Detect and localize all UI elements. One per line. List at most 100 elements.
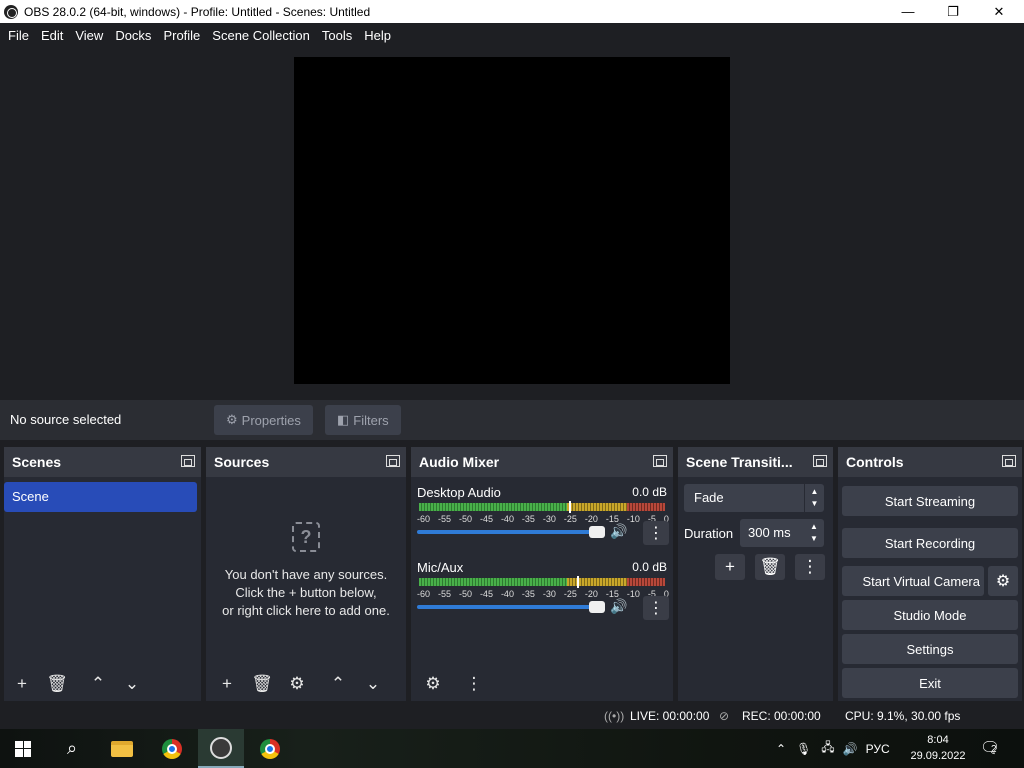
empty-sources-line-1: You don't have any sources. — [224, 567, 388, 582]
empty-sources-line-3: or right click here to add one. — [222, 603, 390, 618]
trash-icon[interactable]: 🗑 — [249, 672, 275, 696]
live-timer: LIVE: 00:00:00 — [630, 709, 710, 723]
menu-docks[interactable]: Docks — [109, 28, 157, 43]
gear-icon: ⚙ — [226, 412, 238, 427]
menu-view[interactable]: View — [69, 28, 109, 43]
chevron-up-icon[interactable]: ⌃ — [776, 742, 786, 756]
exit-button[interactable]: Exit — [842, 668, 1018, 698]
scenes-title: Scenes — [12, 454, 62, 470]
mixer-channel-desktop-audio: Desktop Audio 0.0 dB -60 -55 -50 -45 -40 -35-… — [417, 485, 669, 555]
spin-arrows-icon[interactable]: ▲ ▼ — [804, 519, 824, 547]
meter-scale: -60 -55 -50 -45 -40 -35 -30 -25 -20 -15 -10 -5 0 — [417, 589, 669, 599]
transition-select[interactable]: Fade ▲ ▼ — [684, 484, 824, 512]
start-recording-button[interactable]: Start Recording — [842, 528, 1018, 558]
channel-name: Mic/Aux — [417, 560, 464, 575]
menu-edit[interactable]: Edit — [35, 28, 69, 43]
menu-file[interactable]: File — [2, 28, 35, 43]
mixer-header: Audio Mixer — [411, 447, 673, 477]
slider-knob[interactable] — [589, 526, 605, 538]
move-up-icon[interactable]: ⌃ — [325, 672, 351, 696]
kebab-menu-icon[interactable]: ⋮ — [643, 521, 669, 545]
filters-button[interactable]: ◧ Filters — [325, 405, 401, 435]
empty-sources-line-2: Click the + button below, — [235, 585, 377, 600]
chrome-button[interactable] — [149, 729, 195, 768]
controls-header: Controls — [838, 447, 1022, 477]
search-icon[interactable]: ⌕ — [49, 729, 95, 768]
move-down-icon[interactable]: ⌄ — [360, 672, 386, 696]
slider-knob[interactable] — [589, 601, 605, 613]
clock[interactable]: 8:04 29.09.2022 — [906, 732, 970, 764]
settings-button[interactable]: Settings — [842, 634, 1018, 664]
controls-title: Controls — [846, 454, 904, 470]
undock-icon[interactable] — [813, 455, 827, 467]
volume-meter — [419, 501, 665, 513]
channel-db: 0.0 dB — [632, 485, 667, 499]
undock-icon[interactable] — [181, 455, 195, 467]
windows-start-button[interactable] — [0, 729, 46, 768]
close-button[interactable]: ✕ — [976, 0, 1022, 23]
obs-app-icon — [4, 4, 18, 19]
folder-icon — [111, 740, 133, 757]
file-explorer-button[interactable] — [99, 729, 145, 768]
speaker-icon[interactable]: 🔊 — [610, 523, 627, 540]
properties-label: Properties — [241, 412, 301, 428]
obs-icon — [210, 736, 232, 759]
microphone-icon[interactable]: 🎙 — [796, 742, 811, 756]
gear-icon[interactable]: ⚙ — [988, 566, 1018, 596]
gear-icon[interactable]: ⚙ — [420, 672, 446, 696]
scene-transitions-dock: Scene Transiti... Fade ▲ ▼ Duration 300 m… — [678, 447, 833, 701]
chrome-icon — [260, 738, 280, 759]
program-preview[interactable] — [294, 57, 730, 384]
move-down-icon[interactable]: ⌄ — [119, 672, 145, 696]
kebab-menu-icon[interactable]: ⋮ — [461, 672, 487, 696]
menu-tools[interactable]: Tools — [316, 28, 358, 43]
clock-time: 8:04 — [927, 734, 949, 746]
mixer-title: Audio Mixer — [419, 454, 500, 470]
scene-list-item[interactable]: Scene — [4, 482, 197, 512]
add-transition-button[interactable]: + — [715, 554, 745, 580]
kebab-menu-icon[interactable]: ⋮ — [643, 596, 669, 620]
language-indicator[interactable]: РУС — [866, 742, 890, 756]
window-titlebar: OBS 28.0.2 (64-bit, windows) - Profile: … — [0, 0, 1024, 23]
volume-slider[interactable] — [417, 601, 605, 613]
question-icon: ? — [292, 522, 320, 552]
maximize-button[interactable]: ❐ — [930, 0, 976, 23]
add-scene-button[interactable]: + — [9, 672, 35, 696]
volume-meter — [419, 576, 665, 588]
start-streaming-button[interactable]: Start Streaming — [842, 486, 1018, 516]
filters-label: Filters — [353, 412, 389, 428]
volume-icon[interactable]: 🔊 — [843, 742, 858, 756]
properties-button[interactable]: ⚙ Properties — [214, 405, 313, 435]
speaker-icon[interactable]: 🔊 — [610, 598, 627, 615]
preview-area — [0, 47, 1024, 397]
sources-title: Sources — [214, 454, 270, 470]
filter-icon: ◧ — [337, 412, 350, 427]
move-up-icon[interactable]: ⌃ — [85, 672, 111, 696]
menu-profile[interactable]: Profile — [157, 28, 206, 43]
scenes-header: Scenes — [4, 447, 201, 477]
menu-scene-collection[interactable]: Scene Collection — [206, 28, 316, 43]
trash-icon[interactable]: 🗑 — [755, 554, 785, 580]
duration-value: 300 ms — [748, 525, 791, 540]
add-source-button[interactable]: + — [214, 672, 240, 696]
kebab-menu-icon[interactable]: ⋮ — [795, 554, 825, 580]
undock-icon[interactable] — [386, 455, 400, 467]
notification-count: 2 — [991, 744, 997, 755]
obs-taskbar-button[interactable] — [198, 729, 244, 768]
duration-spinbox[interactable]: 300 ms ▲ ▼ — [740, 519, 824, 547]
undock-icon[interactable] — [653, 455, 667, 467]
studio-mode-button[interactable]: Studio Mode — [842, 600, 1018, 630]
undock-icon[interactable] — [1002, 455, 1016, 467]
system-tray: ⌃ 🎙 🖧 🔊 РУС — [776, 729, 900, 768]
broadcast-icon: ((•)) — [604, 709, 625, 723]
volume-slider[interactable] — [417, 526, 605, 538]
minimize-button[interactable]: — — [885, 0, 931, 23]
chrome-button-2[interactable] — [247, 729, 293, 768]
trash-icon[interactable]: 🗑 — [44, 672, 70, 696]
empty-sources-message[interactable]: ? You don't have any sources. Click the … — [206, 522, 406, 620]
menu-help[interactable]: Help — [358, 28, 397, 43]
gear-icon[interactable]: ⚙ — [284, 672, 310, 696]
network-icon[interactable]: 🖧 — [821, 738, 834, 759]
start-virtual-camera-button[interactable]: Start Virtual Camera — [842, 566, 984, 596]
notification-center-icon[interactable]: 🗨 2 — [980, 738, 1000, 758]
